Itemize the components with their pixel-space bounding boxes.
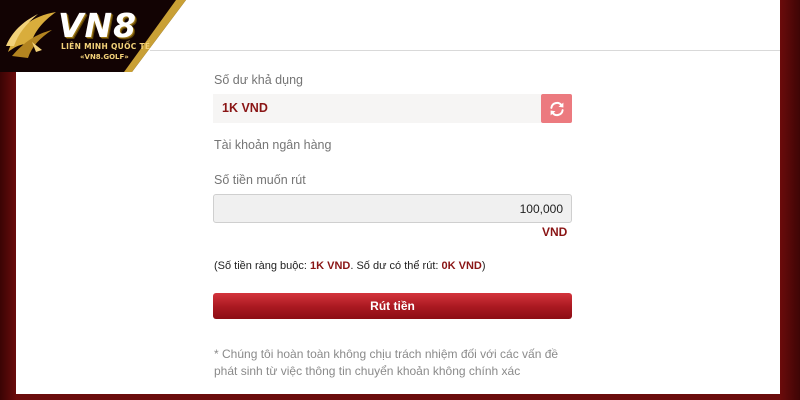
logo-tagline: LIÊN MINH QUỐC TẾ bbox=[61, 42, 151, 51]
constraint-prefix: (Số tiền ràng buộc: bbox=[214, 260, 311, 272]
feather-emblem-icon bbox=[6, 12, 56, 58]
constraint-middle: . Số dư có thể rút: bbox=[350, 260, 442, 272]
withdraw-amount-input[interactable]: 100,000 bbox=[213, 194, 572, 223]
refresh-icon bbox=[549, 101, 564, 116]
constraint-withdrawable: 0K VND bbox=[441, 260, 482, 272]
constraint-suffix: ) bbox=[481, 260, 486, 272]
constraint-limit: 1K VND bbox=[310, 260, 351, 272]
balance-label: Số dư khả dụng bbox=[214, 73, 303, 87]
logo-wordmark: VN8 bbox=[58, 6, 138, 45]
disclaimer-note: * Chúng tôi hoàn toàn không chịu trách n… bbox=[214, 347, 559, 378]
currency-label: VND bbox=[542, 225, 568, 239]
header-divider bbox=[150, 50, 780, 51]
brand-logo: VN8 LIÊN MINH QUỐC TẾ «VN8.GOLF» bbox=[0, 0, 186, 72]
withdraw-button[interactable]: Rút tiền bbox=[213, 293, 572, 319]
amount-label: Số tiền muốn rút bbox=[214, 173, 306, 187]
panel-bottom-edge bbox=[16, 394, 780, 400]
background-right bbox=[780, 0, 800, 400]
amount-value: 100,000 bbox=[519, 202, 563, 216]
logo-url: «VN8.GOLF» bbox=[80, 53, 129, 61]
constraint-text: (Số tiền ràng buộc: 1K VND. Số dư có thể… bbox=[214, 260, 486, 272]
balance-value: 1K VND bbox=[222, 101, 268, 115]
bank-account-label: Tài khoản ngân hàng bbox=[214, 138, 332, 152]
refresh-balance-button[interactable] bbox=[541, 94, 572, 123]
